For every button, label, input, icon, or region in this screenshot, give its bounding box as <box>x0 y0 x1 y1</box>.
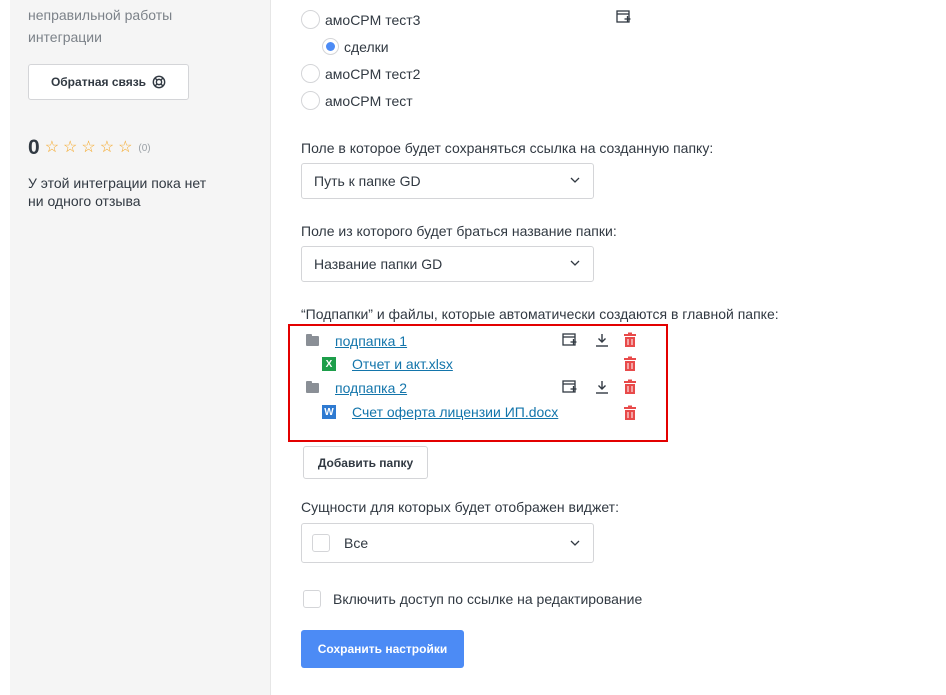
folder-icon <box>306 381 319 393</box>
entities-label: Сущности для которых будет отображен вид… <box>301 499 619 515</box>
feedback-button-label: Обратная связь <box>50 75 147 89</box>
add-folder-button[interactable]: Добавить папку <box>303 446 428 479</box>
sidebar <box>0 0 270 695</box>
edit-access-label: Включить доступ по ссылке на редактирова… <box>333 591 643 607</box>
rating-value: 0 <box>28 136 40 159</box>
star-icon[interactable]: ☆ <box>118 140 132 156</box>
entities-value: Все <box>344 535 369 551</box>
sidebar-edge <box>0 0 10 695</box>
link-field-value: Путь к папке GD <box>314 173 421 189</box>
trash-icon[interactable] <box>622 379 638 395</box>
add-subfolder-icon[interactable] <box>562 332 578 348</box>
problem-text-line1: неправильной работы <box>28 7 173 23</box>
trash-icon[interactable] <box>622 332 638 348</box>
radio-button[interactable] <box>301 10 320 29</box>
chevron-down-icon <box>570 540 580 546</box>
edit-access-checkbox[interactable] <box>303 590 321 608</box>
chevron-down-icon <box>570 260 580 266</box>
name-field-select[interactable]: Название папки GD <box>301 246 594 282</box>
chevron-down-icon <box>570 177 580 183</box>
edit-access-option[interactable]: Включить доступ по ссылке на редактирова… <box>303 590 642 608</box>
upload-icon[interactable] <box>594 379 610 395</box>
radio-button[interactable] <box>301 91 320 110</box>
radio-label: сделки <box>344 38 389 55</box>
star-icon[interactable]: ☆ <box>100 140 114 156</box>
name-field-label: Поле из которого будет браться название … <box>301 223 617 239</box>
no-reviews-line2: ни одного отзыва <box>28 193 141 209</box>
link-field-select[interactable]: Путь к папке GD <box>301 163 594 199</box>
lifebuoy-icon <box>152 75 166 89</box>
rating: 0 ☆ ☆ ☆ ☆ ☆ (0) <box>28 137 151 159</box>
add-subfolder-icon[interactable] <box>616 9 632 25</box>
radio-label: амоCPM тест <box>325 92 413 109</box>
star-icon[interactable]: ☆ <box>81 140 95 156</box>
radio-label: амоCPM тест3 <box>325 11 421 28</box>
tree-folder-row: подпапка 1 <box>306 333 407 349</box>
entities-select[interactable]: Все <box>301 523 594 563</box>
no-reviews-text: У этой интеграции пока нет ни одного отз… <box>28 174 248 210</box>
radio-label: амоCPM тест2 <box>325 65 421 82</box>
excel-file-icon: X <box>322 357 336 371</box>
tree-file-row: X Отчет и акт.xlsx <box>322 356 453 372</box>
star-icon[interactable]: ☆ <box>63 140 77 156</box>
radio-button[interactable] <box>322 38 339 55</box>
problem-text-line2: интеграции <box>28 29 102 45</box>
sidebar-divider <box>270 0 271 695</box>
word-file-icon: W <box>322 405 336 419</box>
folder-link[interactable]: подпапка 1 <box>335 333 407 349</box>
trash-icon[interactable] <box>622 356 638 372</box>
radio-option[interactable]: амоCPM тест3 <box>301 10 420 29</box>
star-icon[interactable]: ☆ <box>45 140 59 156</box>
entities-checkbox[interactable] <box>312 534 330 552</box>
radio-option[interactable]: сделки <box>322 38 389 55</box>
upload-icon[interactable] <box>594 332 610 348</box>
trash-icon[interactable] <box>622 405 638 421</box>
file-link[interactable]: Счет оферта лицензии ИП.docx <box>352 404 558 420</box>
save-settings-button[interactable]: Сохранить настройки <box>301 630 464 668</box>
no-reviews-line1: У этой интеграции пока нет <box>28 175 207 191</box>
radio-option[interactable]: амоCPM тест2 <box>301 64 420 83</box>
subfolders-label: “Подпапки” и файлы, которые автоматическ… <box>301 306 779 322</box>
tree-file-row: W Счет оферта лицензии ИП.docx <box>322 404 558 420</box>
folder-icon <box>306 334 319 346</box>
tree-folder-row: подпапка 2 <box>306 380 407 396</box>
link-field-label: Поле в которое будет сохраняться ссылка … <box>301 140 714 156</box>
folder-link[interactable]: подпапка 2 <box>335 380 407 396</box>
add-subfolder-icon[interactable] <box>562 379 578 395</box>
radio-button[interactable] <box>301 64 320 83</box>
file-link[interactable]: Отчет и акт.xlsx <box>352 356 453 372</box>
feedback-button[interactable]: Обратная связь <box>28 64 189 100</box>
radio-option[interactable]: амоCPM тест <box>301 91 413 110</box>
rating-count: (0) <box>138 142 151 154</box>
name-field-value: Название папки GD <box>314 256 443 272</box>
